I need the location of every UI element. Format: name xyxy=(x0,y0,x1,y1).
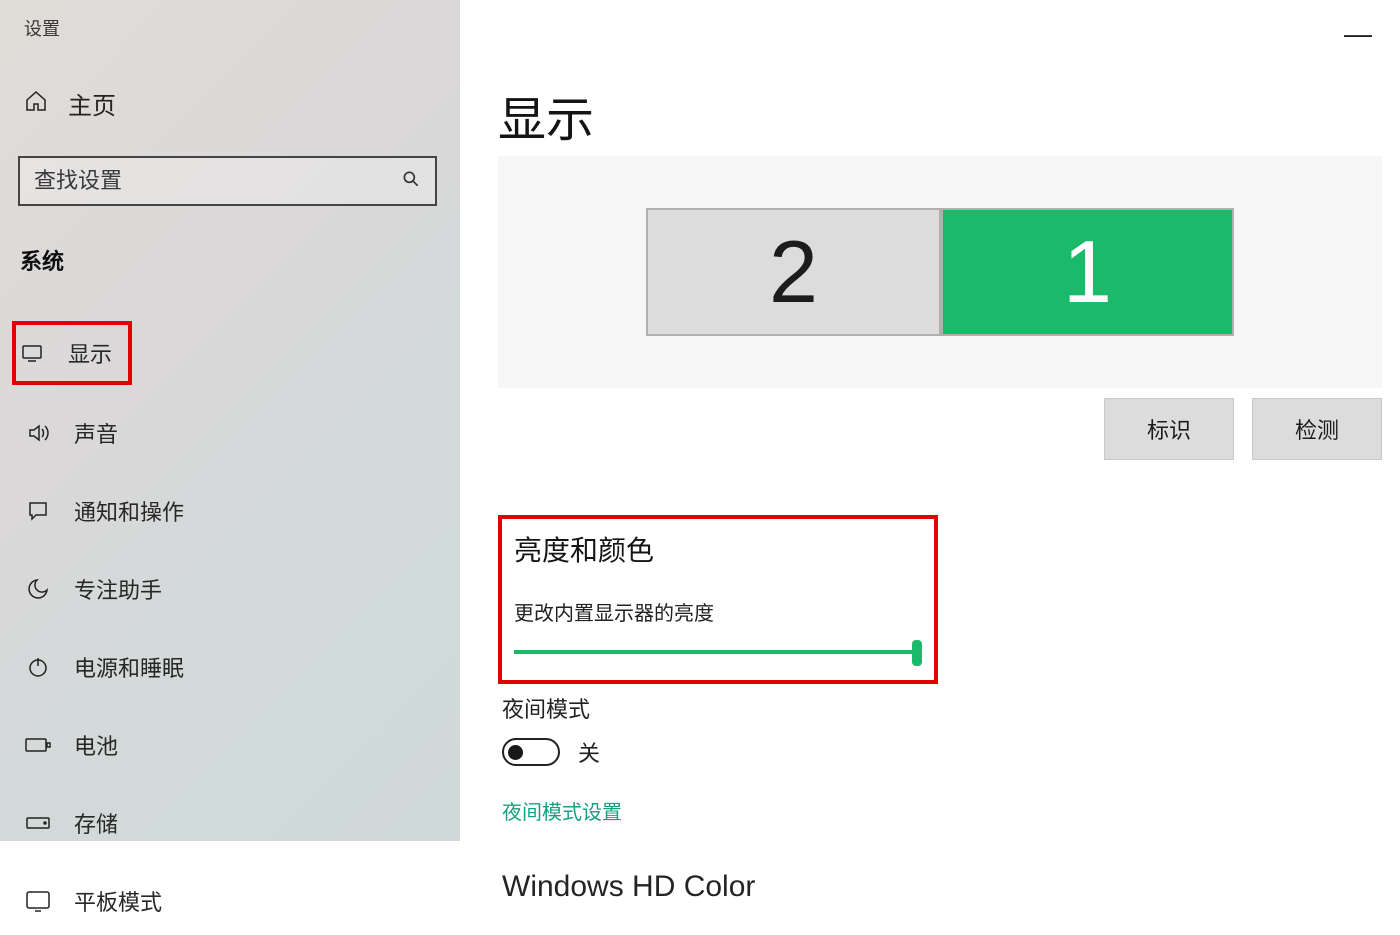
night-mode-state: 关 xyxy=(578,736,600,768)
sidebar-item-label: 存储 xyxy=(74,807,118,839)
home-label: 主页 xyxy=(68,86,116,121)
brightness-slider[interactable] xyxy=(514,642,922,662)
night-mode-toggle-row: 关 xyxy=(502,736,1400,768)
main-content: — 显示 2 1 标识 检测 亮度和颜色 更改内置显示器的亮度 夜间模式 关 夜… xyxy=(460,0,1400,841)
sidebar-item-label: 电源和睡眠 xyxy=(74,651,184,683)
sidebar-item-label: 平板模式 xyxy=(74,885,162,917)
sidebar-item-focus[interactable]: 专注助手 xyxy=(18,555,460,623)
slider-thumb[interactable] xyxy=(912,640,922,666)
sidebar-item-storage[interactable]: 存储 xyxy=(18,789,460,857)
hd-color-title: Windows HD Color xyxy=(502,870,1400,904)
night-mode-label: 夜间模式 xyxy=(502,692,1400,724)
sidebar-item-battery[interactable]: 电池 xyxy=(18,711,460,779)
page-title: 显示 xyxy=(498,80,1400,150)
search-icon xyxy=(401,169,421,194)
storage-icon xyxy=(24,809,52,837)
tablet-icon xyxy=(24,887,52,915)
sidebar-item-label: 电池 xyxy=(74,729,118,761)
brightness-section: 亮度和颜色 更改内置显示器的亮度 xyxy=(498,515,938,684)
monitor-1[interactable]: 1 xyxy=(941,208,1234,336)
identify-button[interactable]: 标识 xyxy=(1104,398,1234,460)
sidebar-item-label: 通知和操作 xyxy=(74,495,184,527)
search-box[interactable] xyxy=(18,156,437,206)
sidebar-item-notifications[interactable]: 通知和操作 xyxy=(18,477,460,545)
sidebar-item-sound[interactable]: 声音 xyxy=(18,399,460,467)
monitor-buttons: 标识 检测 xyxy=(498,398,1382,460)
sidebar: 设置 主页 系统 显示 声音 通知和操作 专注助手 xyxy=(0,0,460,841)
search-input[interactable] xyxy=(34,168,401,194)
battery-icon xyxy=(24,731,52,759)
moon-icon xyxy=(24,575,52,603)
home-nav[interactable]: 主页 xyxy=(18,86,460,121)
message-icon xyxy=(24,497,52,525)
window-title: 设置 xyxy=(18,15,460,41)
sidebar-item-power[interactable]: 电源和睡眠 xyxy=(18,633,460,701)
power-icon xyxy=(24,653,52,681)
toggle-knob xyxy=(508,745,523,760)
monitor-arrangement-panel[interactable]: 2 1 xyxy=(498,156,1382,388)
home-icon xyxy=(24,89,48,118)
brightness-section-title: 亮度和颜色 xyxy=(514,529,922,569)
slider-track xyxy=(514,650,922,654)
night-mode-settings-link[interactable]: 夜间模式设置 xyxy=(502,796,1400,825)
sidebar-item-label: 显示 xyxy=(68,337,112,369)
sidebar-item-display[interactable]: 显示 xyxy=(12,321,132,385)
sidebar-item-tablet[interactable]: 平板模式 xyxy=(18,867,460,935)
detect-button[interactable]: 检测 xyxy=(1252,398,1382,460)
speaker-icon xyxy=(24,419,52,447)
night-mode-toggle[interactable] xyxy=(502,738,560,766)
minimize-button[interactable]: — xyxy=(1344,18,1372,50)
monitor-2[interactable]: 2 xyxy=(646,208,941,336)
monitor-icon xyxy=(18,339,46,367)
sidebar-item-label: 声音 xyxy=(74,417,118,449)
sidebar-section-title: 系统 xyxy=(18,244,460,276)
brightness-slider-label: 更改内置显示器的亮度 xyxy=(514,597,922,626)
sidebar-item-label: 专注助手 xyxy=(74,573,162,605)
